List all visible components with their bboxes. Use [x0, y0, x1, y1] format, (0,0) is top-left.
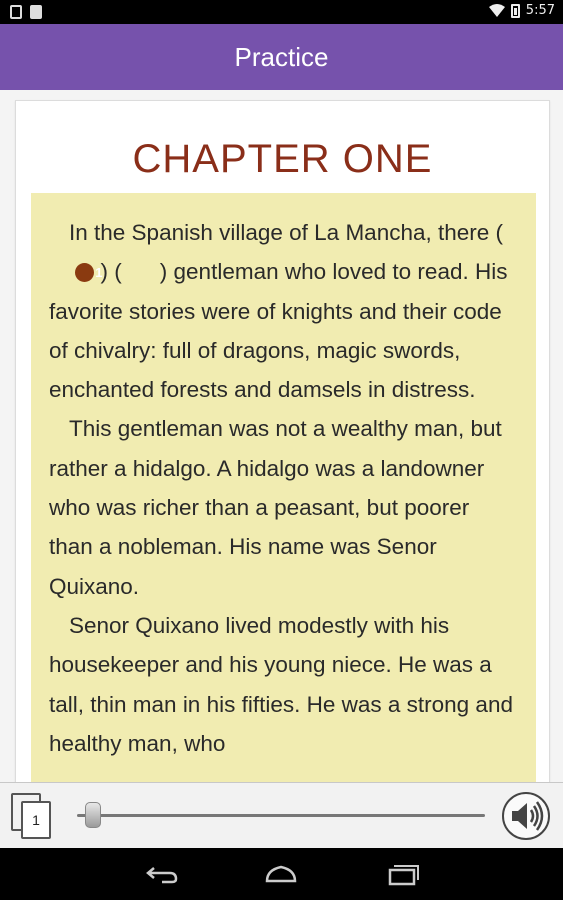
speaker-icon[interactable]	[501, 791, 551, 841]
sim-icon	[10, 5, 22, 19]
status-time: 5:57	[525, 3, 555, 18]
paragraph: In the Spanish village of La Mancha, the…	[49, 213, 518, 409]
home-icon[interactable]	[263, 862, 299, 886]
content-area: CHAPTER ONE In the Spanish village of La…	[0, 90, 563, 782]
paragraph-text: ) (	[100, 259, 122, 285]
slider-track	[77, 814, 485, 817]
paragraph: Senor Quixano lived modestly with his ho…	[49, 612, 513, 756]
app-title: Practice	[234, 41, 329, 72]
page-indicator-button[interactable]: 1	[11, 793, 53, 841]
chapter-title: CHAPTER ONE	[132, 137, 433, 181]
system-nav-bar	[0, 848, 563, 900]
progress-slider[interactable]	[77, 800, 485, 830]
recents-icon[interactable]	[384, 862, 420, 886]
playback-bar: 1	[0, 782, 563, 848]
status-bar: 5:57	[0, 0, 563, 24]
slider-thumb[interactable]	[84, 802, 101, 828]
paragraph: This gentleman was not a wealthy man, bu…	[49, 416, 502, 599]
blank-1[interactable]: 1	[49, 252, 103, 291]
wifi-icon	[488, 3, 505, 17]
page-number: 1	[21, 801, 51, 839]
battery-icon	[510, 3, 520, 18]
back-icon[interactable]	[144, 862, 180, 886]
book-page: CHAPTER ONE In the Spanish village of La…	[15, 100, 550, 782]
storage-icon	[30, 5, 42, 19]
paragraph-text: In the Spanish village of La Mancha, the…	[69, 220, 504, 245]
reading-panel[interactable]: In the Spanish village of La Mancha, the…	[31, 193, 536, 782]
app-bar: Practice	[0, 24, 563, 90]
blank-number-badge[interactable]: 1	[75, 263, 103, 283]
